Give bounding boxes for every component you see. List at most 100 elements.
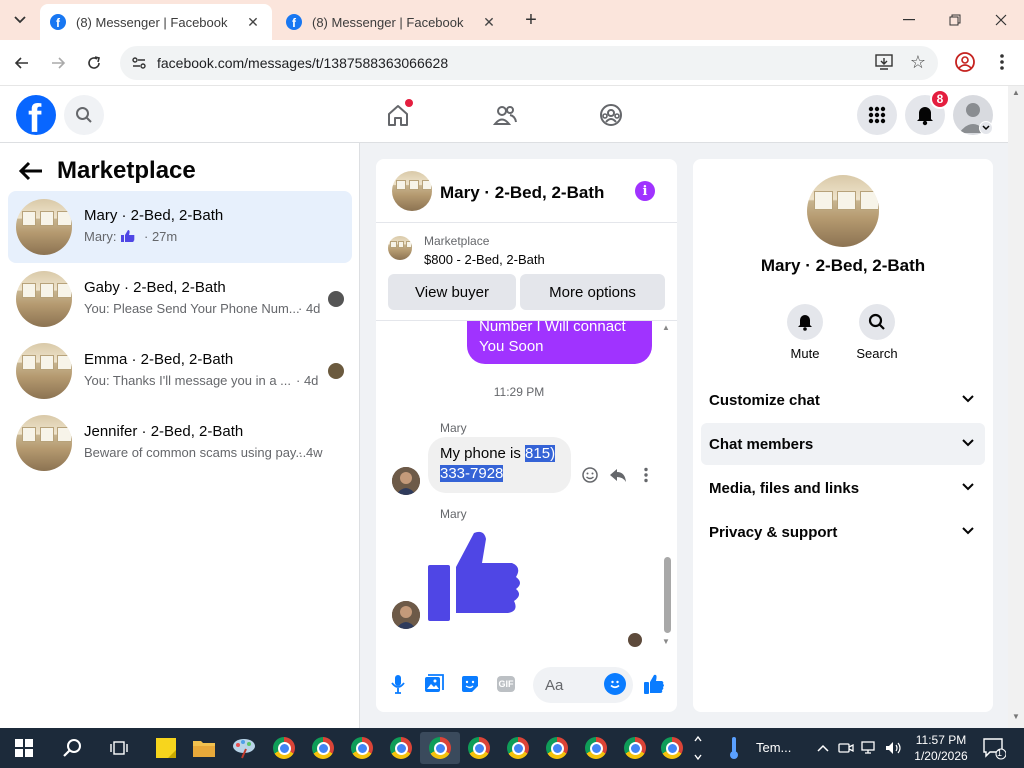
panel-title: Marketplace — [57, 157, 196, 184]
chat-info-panel: Mary · 2-Bed, 2-Bath Mute Search Customi… — [693, 159, 993, 712]
chat-members-section[interactable]: Chat members — [701, 423, 985, 465]
volume-icon[interactable] — [882, 732, 906, 764]
customize-chat-section[interactable]: Customize chat — [701, 379, 985, 421]
send-like-icon[interactable] — [643, 673, 665, 695]
microphone-icon[interactable] — [387, 673, 409, 695]
gif-icon[interactable]: GIF — [495, 673, 517, 695]
chrome-icon[interactable] — [268, 732, 300, 764]
chrome-icon[interactable] — [541, 732, 573, 764]
more-options-button[interactable]: More options — [520, 274, 665, 310]
facebook-logo-icon[interactable]: f — [16, 95, 56, 135]
task-view-icon[interactable] — [103, 732, 135, 764]
tab-close-icon[interactable]: ✕ — [244, 13, 262, 31]
conversation-title[interactable]: Mary · 2-Bed, 2-Bath — [440, 183, 604, 203]
browser-menu-icon[interactable] — [992, 51, 1012, 78]
section-label: Privacy & support — [709, 523, 838, 541]
sender-avatar[interactable] — [392, 467, 420, 495]
chrome-icon[interactable] — [424, 732, 456, 764]
chrome-icon[interactable] — [619, 732, 651, 764]
back-arrow-icon[interactable] — [18, 159, 44, 188]
url-text[interactable]: facebook.com/messages/t/1387588363066628 — [157, 55, 448, 71]
site-info-icon[interactable] — [130, 54, 148, 77]
info-icon[interactable]: i — [635, 181, 655, 201]
weather-text[interactable]: Tem... — [756, 740, 791, 755]
address-bar[interactable]: facebook.com/messages/t/1387588363066628… — [120, 46, 938, 80]
like-sticker-icon[interactable] — [426, 527, 522, 628]
restore-button[interactable] — [932, 6, 978, 34]
scroll-down-arrow-icon[interactable]: ▼ — [662, 637, 670, 646]
page-scrollbar[interactable]: ▲ ▼ — [1008, 86, 1024, 728]
search-in-chat-button[interactable]: Search — [847, 304, 907, 361]
install-app-icon[interactable] — [874, 53, 894, 76]
listing-thumbnail[interactable] — [388, 236, 412, 260]
browser-tab[interactable]: f (8) Messenger | Facebook ✕ — [276, 4, 508, 40]
listing-price[interactable]: $800 - 2-Bed, 2-Bath — [424, 252, 545, 267]
close-window-button[interactable] — [978, 6, 1024, 34]
chrome-icon[interactable] — [656, 732, 688, 764]
incoming-message-bubble[interactable]: My phone is 815) 333-7928 — [428, 437, 571, 493]
bookmark-star-icon[interactable]: ☆ — [910, 52, 926, 73]
chrome-icon[interactable] — [307, 732, 339, 764]
tab-search-dropdown-icon[interactable] — [6, 6, 34, 34]
scrollbar-thumb[interactable] — [664, 557, 671, 633]
chrome-icon[interactable] — [346, 732, 378, 764]
emoji-icon[interactable] — [604, 673, 626, 695]
chrome-icon[interactable] — [463, 732, 495, 764]
marketplace-label: Marketplace — [424, 234, 490, 248]
friends-icon[interactable] — [485, 96, 525, 134]
reload-icon[interactable] — [80, 49, 108, 77]
menu-grid-icon[interactable] — [857, 95, 897, 135]
meet-now-icon[interactable] — [834, 732, 858, 764]
network-icon[interactable] — [858, 732, 882, 764]
browser-tab-active[interactable]: f (8) Messenger | Facebook ✕ — [40, 4, 272, 40]
tab-close-icon[interactable]: ✕ — [480, 13, 498, 31]
chrome-icon[interactable] — [385, 732, 417, 764]
photo-icon[interactable] — [423, 673, 445, 695]
forward-icon[interactable] — [44, 49, 72, 77]
conversation-item[interactable]: Emma · 2-Bed, 2-Bath You: Thanks I'll me… — [8, 335, 352, 407]
react-emoji-icon[interactable] — [580, 465, 600, 485]
sticky-notes-icon[interactable] — [150, 732, 182, 764]
conversation-item[interactable]: Jennifer · 2-Bed, 2-Bath Beware of commo… — [8, 407, 352, 479]
chrome-icon[interactable] — [580, 732, 612, 764]
facebook-header: f — [0, 86, 1008, 143]
conversation-name: Jennifer · 2-Bed, 2-Bath — [84, 423, 244, 440]
conversation-item[interactable]: Gaby · 2-Bed, 2-Bath You: Please Send Yo… — [8, 263, 352, 335]
search-icon[interactable] — [64, 95, 104, 135]
view-buyer-button[interactable]: View buyer — [388, 274, 516, 310]
windows-start-icon[interactable] — [8, 732, 40, 764]
groups-icon[interactable] — [591, 96, 631, 134]
paint-app-icon[interactable] — [228, 732, 260, 764]
outgoing-message-bubble[interactable]: Number I Will connact You Soon — [467, 321, 652, 364]
more-actions-icon[interactable] — [636, 465, 656, 485]
sender-avatar[interactable] — [392, 601, 420, 629]
new-tab-button[interactable]: + — [520, 9, 542, 31]
tab-title: (8) Messenger | Facebook — [76, 14, 228, 30]
sticker-icon[interactable] — [459, 673, 481, 695]
taskbar-search-icon[interactable] — [56, 732, 88, 764]
reply-icon[interactable] — [608, 465, 628, 485]
back-icon[interactable] — [8, 49, 36, 77]
taskbar-overflow-icon[interactable] — [688, 732, 708, 764]
conversation-preview: You: Thanks I'll message you in a ... — [84, 373, 291, 388]
scroll-up-arrow-icon[interactable]: ▲ — [662, 323, 670, 332]
media-files-links-section[interactable]: Media, files and links — [701, 467, 985, 509]
browser-profile-icon[interactable] — [954, 51, 976, 78]
conversation-item[interactable]: Mary · 2-Bed, 2-Bath Mary: · 27m — [8, 191, 352, 263]
search-label: Search — [856, 346, 898, 361]
privacy-support-section[interactable]: Privacy & support — [701, 511, 985, 553]
taskbar-clock[interactable]: 11:57 PM 1/20/2026 — [912, 732, 970, 764]
file-explorer-icon[interactable] — [188, 732, 220, 764]
listing-thumbnail[interactable] — [392, 171, 432, 211]
home-icon[interactable] — [378, 96, 418, 134]
chrome-icon[interactable] — [502, 732, 534, 764]
scroll-down-arrow-icon[interactable]: ▼ — [1012, 712, 1020, 721]
chevron-down-icon[interactable] — [979, 121, 993, 135]
weather-thermometer-icon[interactable] — [718, 732, 750, 764]
mute-button[interactable]: Mute — [775, 304, 835, 361]
section-label: Media, files and links — [709, 479, 860, 497]
listing-thumbnail[interactable] — [807, 175, 879, 247]
minimize-button[interactable] — [886, 6, 932, 34]
scroll-up-arrow-icon[interactable]: ▲ — [1012, 88, 1020, 97]
notification-center-icon[interactable]: 1 — [982, 736, 1007, 760]
